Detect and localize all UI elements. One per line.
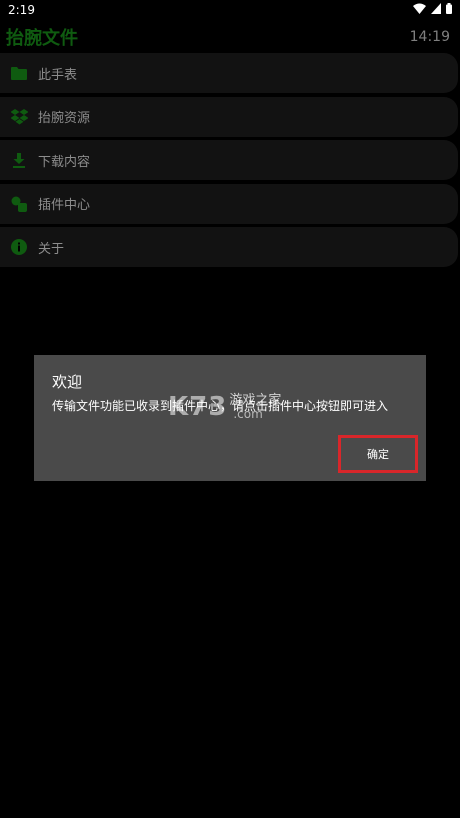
wifi-icon [413,3,426,17]
battery-icon [446,3,452,17]
menu-label: 关于 [38,241,65,257]
dialog-title: 欢迎 [52,373,83,391]
folder-icon [10,64,28,82]
status-bar: 2:19 [0,0,460,20]
menu-item-about[interactable]: 关于 [0,227,458,267]
app-clock: 14:19 [409,29,450,45]
menu-item-downloads[interactable]: 下载内容 [0,140,458,180]
status-icons [413,3,452,17]
app-bar: 抬腕文件 14:19 [0,22,460,52]
menu-label: 插件中心 [38,198,91,213]
menu-label: 此手表 [38,67,78,83]
plugin-icon [10,195,28,213]
main-menu: 此手表 抬腕资源 下载内容 插件中心 关于 [0,53,458,271]
dialog-message: 传输文件功能已收录到插件中心，请点击插件中心按钮即可进入 [52,399,389,413]
cellular-signal-icon [431,3,441,17]
info-icon [10,238,28,256]
menu-item-this-watch[interactable]: 此手表 [0,53,458,93]
menu-item-plugin-center[interactable]: 插件中心 [0,183,458,224]
status-time: 2:19 [8,3,35,17]
confirm-button[interactable]: 确定 [338,435,418,473]
download-icon [10,151,28,169]
app-title: 抬腕文件 [6,28,78,49]
menu-item-resources[interactable]: 抬腕资源 [0,96,458,137]
menu-label: 抬腕资源 [38,111,91,126]
menu-label: 下载内容 [38,154,91,170]
welcome-dialog: 欢迎 传输文件功能已收录到插件中心，请点击插件中心按钮即可进入 确定 [34,355,426,481]
dropbox-icon [10,108,28,126]
